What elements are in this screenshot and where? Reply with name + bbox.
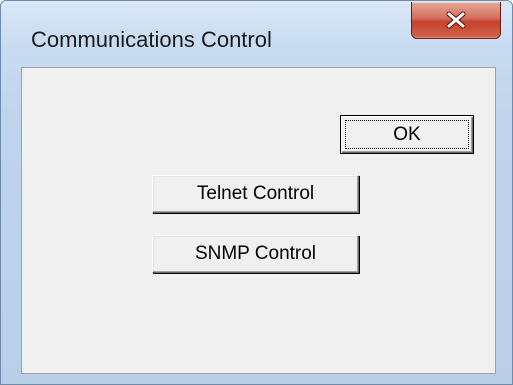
snmp-control-button[interactable]: SNMP Control — [152, 235, 359, 273]
close-button[interactable] — [411, 2, 501, 39]
window-title: Communications Control — [31, 27, 272, 52]
dialog-client-area: OK Telnet Control SNMP Control — [21, 67, 496, 374]
ok-button[interactable]: OK — [340, 115, 474, 154]
telnet-control-button[interactable]: Telnet Control — [152, 175, 359, 213]
communications-control-dialog: Communications Control OK Telnet Control… — [0, 0, 513, 385]
focus-indicator — [345, 120, 469, 149]
snmp-control-label: SNMP Control — [194, 243, 317, 264]
close-icon — [446, 11, 466, 29]
title-bar[interactable]: Communications Control — [1, 1, 512, 61]
telnet-control-label: Telnet Control — [196, 183, 315, 204]
